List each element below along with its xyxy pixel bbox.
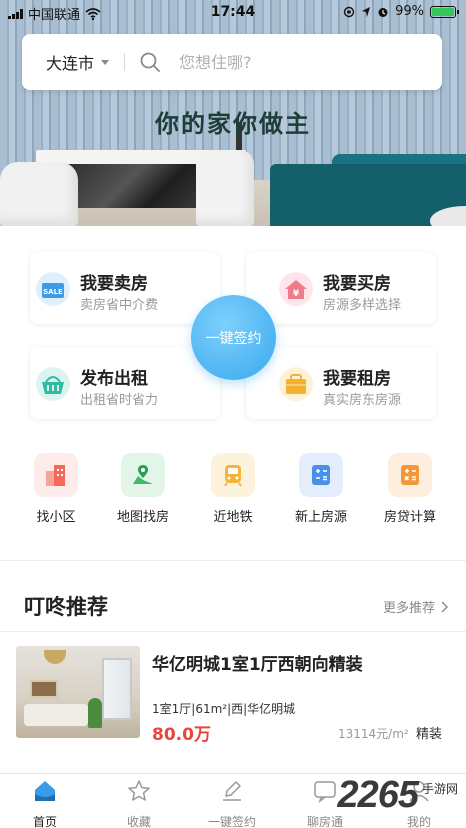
sell-house-card[interactable]: SALE 我要卖房 卖房省中介费 bbox=[30, 252, 220, 324]
battery-icon bbox=[430, 5, 459, 18]
recommend-title: 叮咚推荐 bbox=[24, 595, 108, 619]
quick-loan-calculator[interactable]: 房贷计算 bbox=[368, 453, 452, 525]
section-divider bbox=[0, 631, 466, 632]
calculator-icon bbox=[299, 453, 343, 497]
map-icon bbox=[121, 453, 165, 497]
publish-rent-card[interactable]: 发布出租 出租省时省力 bbox=[30, 347, 220, 419]
search-divider bbox=[124, 53, 125, 71]
chandelier bbox=[44, 650, 66, 664]
listing-photo[interactable] bbox=[16, 646, 140, 738]
quick-label: 新上房源 bbox=[294, 510, 347, 525]
rotation-lock-icon bbox=[343, 6, 355, 17]
svg-text:SALE: SALE bbox=[43, 288, 63, 296]
one-click-sign-button[interactable]: 一键签约 bbox=[191, 295, 276, 380]
more-recommend-label: 更多推荐 bbox=[382, 601, 435, 616]
wall-painting bbox=[30, 680, 58, 698]
tab-one-click-sign[interactable]: 一键签约 bbox=[197, 778, 267, 828]
caret-down-icon bbox=[101, 59, 110, 65]
city-label: 大连市 bbox=[46, 54, 95, 73]
battery-fill bbox=[432, 7, 454, 16]
tab-home[interactable]: 首页 bbox=[10, 778, 80, 828]
publish-rent-subtitle: 出租省时省力 bbox=[80, 393, 159, 408]
buy-house-subtitle: 房源多样选择 bbox=[323, 298, 402, 313]
sign-pen-icon bbox=[223, 781, 241, 801]
buy-house-title: 我要买房 bbox=[323, 274, 391, 294]
battery-percent: 99% bbox=[395, 4, 424, 19]
watermark-number-text: 2265 bbox=[337, 774, 419, 816]
rent-house-subtitle: 真实房东房源 bbox=[323, 393, 402, 408]
listing-price: 80.0万 bbox=[152, 725, 211, 745]
watermark-number: 2265 bbox=[337, 774, 419, 817]
city-selector[interactable]: 大连市 bbox=[22, 50, 124, 74]
location-icon bbox=[362, 6, 371, 17]
chat-icon bbox=[314, 781, 336, 803]
home-icon bbox=[35, 781, 55, 801]
hero-slogan: 你的家你做主 bbox=[155, 109, 311, 138]
svg-text:¥: ¥ bbox=[293, 289, 300, 299]
sale-tag-icon: SALE bbox=[36, 272, 70, 306]
buy-house-card[interactable]: ¥ 我要买房 房源多样选择 bbox=[246, 252, 436, 324]
star-icon bbox=[128, 780, 150, 801]
tab-label: 首页 bbox=[32, 815, 57, 828]
rent-house-card[interactable]: 我要租房 真实房东房源 bbox=[246, 347, 436, 419]
quick-new-listings[interactable]: 新上房源 bbox=[279, 453, 363, 525]
listing-unit-price: 13114元/m² bbox=[338, 727, 409, 741]
quick-label: 近地铁 bbox=[213, 510, 253, 525]
publish-rent-title: 发布出租 bbox=[80, 369, 148, 389]
house-yuan-icon: ¥ bbox=[279, 272, 313, 306]
window bbox=[102, 658, 132, 720]
subway-icon bbox=[211, 453, 255, 497]
quick-find-community[interactable]: 找小区 bbox=[14, 453, 98, 525]
alarm-icon bbox=[378, 7, 388, 17]
briefcase-icon bbox=[279, 367, 313, 401]
more-recommend-link[interactable]: 更多推荐 bbox=[383, 597, 448, 616]
chevron-right-icon bbox=[441, 601, 448, 612]
quick-near-subway[interactable]: 近地铁 bbox=[191, 453, 275, 525]
search-bar: 大连市 bbox=[22, 34, 442, 90]
quick-label: 地图找房 bbox=[116, 510, 169, 525]
rent-house-title: 我要租房 bbox=[323, 369, 391, 389]
search-icon[interactable] bbox=[139, 51, 161, 73]
basket-icon bbox=[36, 367, 70, 401]
section-divider bbox=[0, 560, 466, 561]
hero-chair bbox=[0, 162, 78, 226]
quick-label: 找小区 bbox=[36, 510, 76, 525]
search-input[interactable] bbox=[179, 52, 399, 72]
community-building-icon bbox=[34, 453, 78, 497]
tab-label: 一键签约 bbox=[207, 815, 256, 828]
listing-meta: 1室1厅|61m²|西|华亿明城 bbox=[152, 702, 296, 716]
watermark-site: 手游网 bbox=[421, 782, 458, 796]
site-watermark: 2265 手游网 bbox=[337, 774, 458, 817]
status-bar: 中国联通 17:44 99% bbox=[0, 0, 466, 24]
listing-title[interactable]: 华亿明城1室1厅西朝向精装 bbox=[152, 650, 363, 675]
sell-house-title: 我要卖房 bbox=[80, 274, 148, 294]
loan-calculator-icon bbox=[388, 453, 432, 497]
tab-label: 收藏 bbox=[126, 815, 151, 828]
tab-favorites[interactable]: 收藏 bbox=[104, 778, 174, 828]
hero-chair bbox=[196, 150, 254, 226]
sofa bbox=[24, 704, 88, 726]
listing-tag: 精装 bbox=[416, 727, 443, 742]
plant bbox=[88, 698, 102, 728]
quick-map-search[interactable]: 地图找房 bbox=[101, 453, 185, 525]
quick-label: 房贷计算 bbox=[383, 510, 436, 525]
sell-house-subtitle: 卖房省中介费 bbox=[80, 298, 159, 313]
